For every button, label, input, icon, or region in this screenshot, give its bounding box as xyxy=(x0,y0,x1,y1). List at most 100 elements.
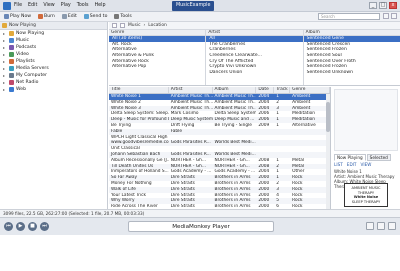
link-list[interactable]: LIST xyxy=(334,162,343,167)
edit-button[interactable]: Edit xyxy=(61,14,78,19)
send-to-button[interactable]: Send to xyxy=(83,14,109,19)
expand-icon[interactable]: ▸ xyxy=(3,31,7,36)
forward-icon[interactable] xyxy=(120,23,125,28)
node-icon xyxy=(9,59,14,64)
burn-button[interactable]: Burn xyxy=(37,14,56,19)
link-edit[interactable]: EDIT xyxy=(347,162,357,167)
column-date[interactable]: Date xyxy=(256,87,275,93)
title-bar: File Edit View Play Tools Help MusicExam… xyxy=(0,0,400,12)
tree-item[interactable]: ▸ My Computer xyxy=(0,72,107,79)
disc-icon xyxy=(38,14,44,19)
genre-filter-item[interactable]: Alternative Pop xyxy=(109,64,205,70)
options-icon[interactable] xyxy=(391,13,397,19)
scrollbar-thumb[interactable] xyxy=(326,102,330,132)
tree-item[interactable]: ▸ Video xyxy=(0,51,107,58)
search-input[interactable]: Search xyxy=(318,13,380,20)
genre-filter: Genre All (30 items) Alt. Rock Alternative… xyxy=(109,30,207,85)
tree-item[interactable]: ▸ Podcasts xyxy=(0,44,107,51)
expand-icon[interactable]: ▸ xyxy=(3,38,7,43)
tab-now-playing[interactable]: Now Playing xyxy=(334,154,366,161)
info-panel: Now Playing Selected LIST EDIT VIEW Whit… xyxy=(332,87,400,209)
player-display: MediaMonkey Player xyxy=(128,221,274,232)
node-icon xyxy=(9,52,14,57)
wrench-icon xyxy=(114,14,120,19)
menu-view[interactable]: View xyxy=(42,3,55,8)
node-icon xyxy=(9,80,14,85)
tree-item[interactable]: ▸ Net Radio xyxy=(0,79,107,86)
link-view[interactable]: VIEW xyxy=(360,162,371,167)
tree-item-label: Music xyxy=(16,38,30,43)
menu-play[interactable]: Play xyxy=(60,3,72,8)
vertical-scrollbar[interactable] xyxy=(326,94,330,209)
window-title: MusicExample xyxy=(172,1,215,11)
expand-icon[interactable]: ▸ xyxy=(3,66,7,71)
node-icon xyxy=(9,87,14,92)
menu-tools[interactable]: Tools xyxy=(76,3,90,8)
menu-edit[interactable]: Edit xyxy=(27,3,38,8)
node-icon xyxy=(9,73,14,78)
expand-icon[interactable]: ▸ xyxy=(3,87,7,92)
tools-button[interactable]: Tools xyxy=(113,14,132,19)
info-links: LIST EDIT VIEW xyxy=(334,162,371,167)
menu-bar: File Edit View Play Tools Help xyxy=(13,3,107,8)
breadcrumb: Music › Location xyxy=(109,22,400,30)
tree-item-label: Video xyxy=(16,52,29,57)
tree-item[interactable]: ▸ Now Playing xyxy=(0,30,107,37)
menu-help[interactable]: Help xyxy=(94,3,107,8)
minimize-button[interactable]: _ xyxy=(369,2,377,9)
tree-item[interactable]: ▸ Media Servers xyxy=(0,65,107,72)
column-title[interactable]: Title xyxy=(109,87,169,93)
column-album[interactable]: Album xyxy=(213,87,257,93)
stop-button[interactable]: ■ xyxy=(28,222,37,231)
player-bar: ⏮ ▶ ■ ⏭ MediaMonkey Player xyxy=(0,217,400,235)
expand-icon[interactable]: ▸ xyxy=(3,80,7,85)
close-button[interactable]: x xyxy=(389,2,397,9)
track-list-header: Title Artist Album Date Track Genre xyxy=(109,87,330,94)
artist-filter-item[interactable]: Dancers Union xyxy=(206,70,302,76)
expand-icon[interactable]: ▸ xyxy=(3,52,7,57)
send-to-label: Send to xyxy=(89,14,108,19)
previous-button[interactable]: ⏮ xyxy=(4,222,13,231)
navigation-tree: Now Playing ▸ Now Playing ▸ Music ▸ Podcasts ▸… xyxy=(0,22,108,209)
search-icon[interactable] xyxy=(383,13,389,19)
maximize-button[interactable]: □ xyxy=(379,2,387,9)
column-artist[interactable]: Artist xyxy=(169,87,213,93)
album-filter-item[interactable]: Sentenced Unknown xyxy=(304,70,400,76)
expand-icon[interactable]: ▸ xyxy=(3,45,7,50)
tree-item[interactable]: ▸ Playlists xyxy=(0,58,107,65)
play-button[interactable]: ▶ xyxy=(16,222,25,231)
album-cover: AMBIENT MUSIC THERAPY White Noise SLEEP … xyxy=(344,183,388,207)
menu-file[interactable]: File xyxy=(13,3,23,8)
column-genre[interactable]: Genre xyxy=(290,87,330,93)
tree-item[interactable]: ▸ Music xyxy=(0,37,107,44)
edit-label: Edit xyxy=(67,14,77,19)
burn-label: Burn xyxy=(44,14,55,19)
back-icon[interactable] xyxy=(112,23,117,28)
breadcrumb-music[interactable]: Music xyxy=(128,23,141,28)
repeat-icon[interactable] xyxy=(377,222,385,230)
chevron-right-icon: › xyxy=(143,23,146,28)
send-icon xyxy=(83,14,89,19)
tree-item-label: Now Playing xyxy=(16,31,45,36)
pencil-icon xyxy=(61,14,67,19)
window-controls: _ □ x xyxy=(369,2,397,9)
shuffle-icon[interactable] xyxy=(366,222,374,230)
expand-icon[interactable]: ▸ xyxy=(3,59,7,64)
filter-panes: Genre All (30 items) Alt. Rock Alternative… xyxy=(109,30,400,86)
volume-icon[interactable] xyxy=(388,222,396,230)
artist-filter: Artist All The Cranberries Cranberries Cree… xyxy=(206,30,304,85)
tools-label: Tools xyxy=(120,14,132,19)
tab-selected[interactable]: Selected xyxy=(366,154,391,161)
tree-header: Now Playing xyxy=(0,22,107,30)
next-button[interactable]: ⏭ xyxy=(40,222,49,231)
expand-icon[interactable]: ▸ xyxy=(3,73,7,78)
play-now-button[interactable]: Play Now xyxy=(3,14,32,19)
column-track[interactable]: Track xyxy=(274,87,291,93)
tree-item-label: Playlists xyxy=(16,59,35,64)
album-filter: Album Sentenced Gene Sentenced Crescen Sen… xyxy=(303,30,400,85)
tree-item[interactable]: ▸ Web xyxy=(0,86,107,93)
track-list: Title Artist Album Date Track Genre Whit… xyxy=(109,87,331,209)
tree-item-label: Web xyxy=(16,87,27,92)
breadcrumb-location[interactable]: Location xyxy=(148,23,167,28)
tree-item-label: Podcasts xyxy=(16,45,37,50)
